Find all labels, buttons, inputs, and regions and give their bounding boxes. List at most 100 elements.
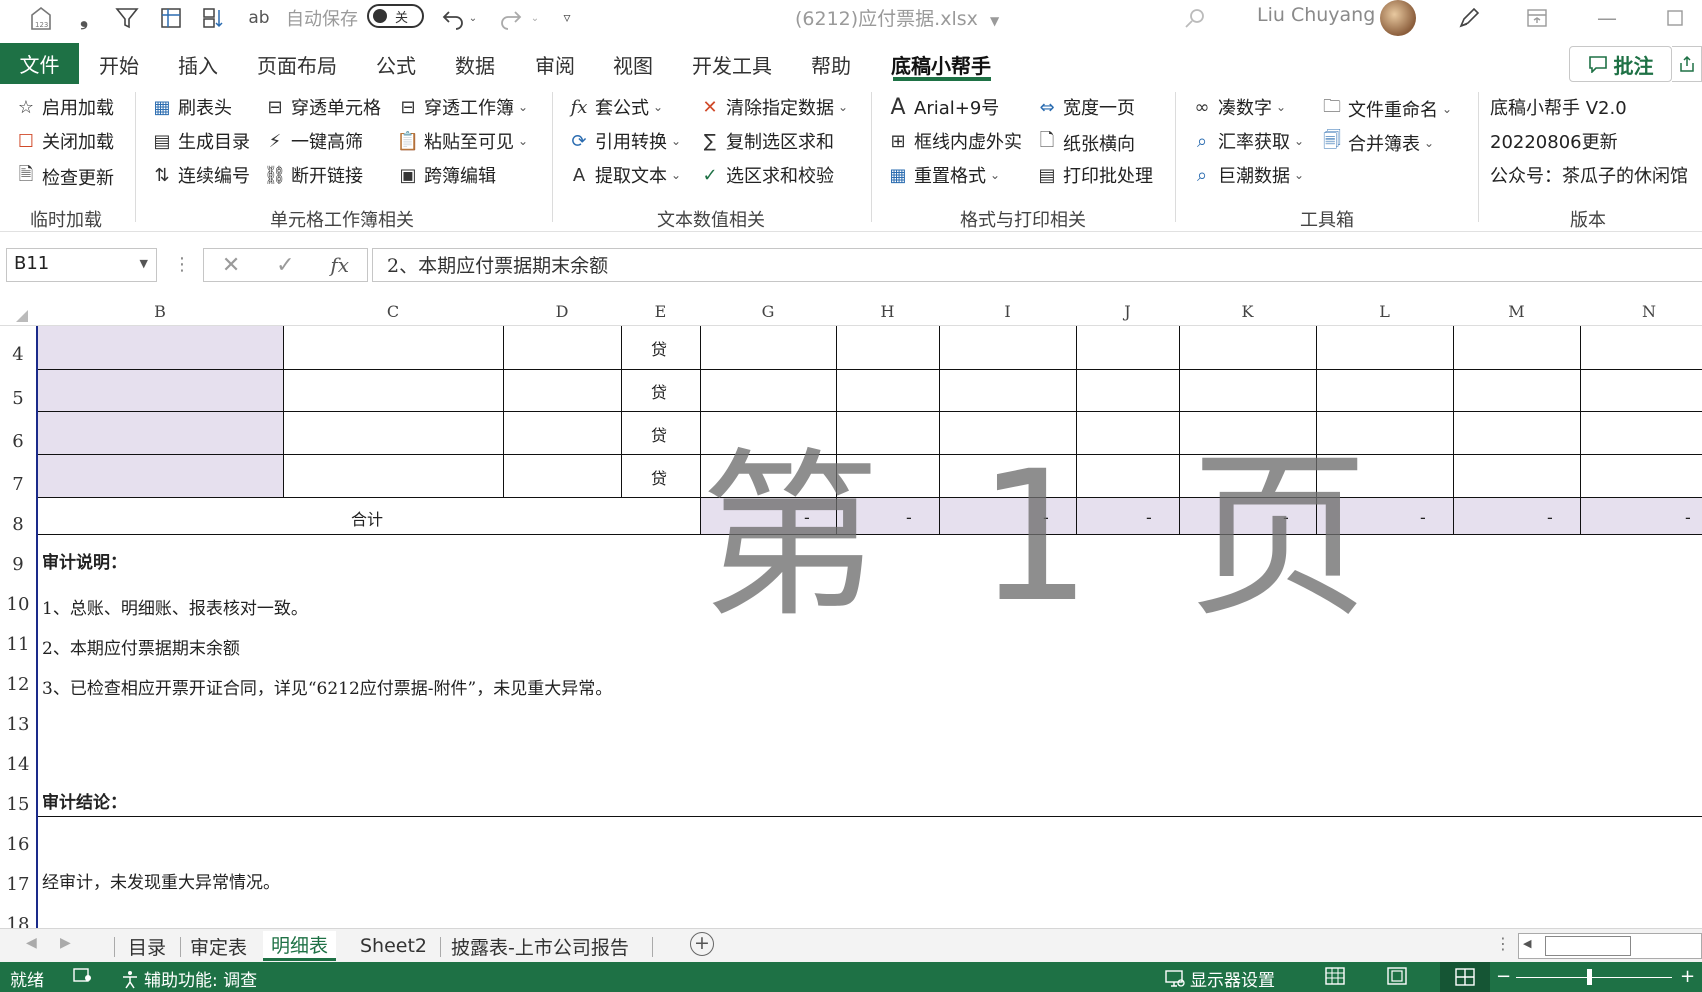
row-header-5[interactable]: 5 xyxy=(0,388,36,409)
tab-home[interactable]: 开始 xyxy=(99,50,139,79)
check-update-button[interactable]: 🗎 检查更新 xyxy=(14,162,114,192)
fit-width-button[interactable]: ⇔ 宽度一页 xyxy=(1035,94,1135,120)
row-header-13[interactable]: 13 xyxy=(0,714,36,735)
ribbon-display-icon[interactable] xyxy=(1522,4,1552,32)
column-header-k[interactable]: K xyxy=(1179,302,1316,324)
audit-note-title[interactable]: 审计说明： xyxy=(42,548,127,573)
sheet-tab-detail[interactable]: 明细表 xyxy=(263,931,337,961)
tab-insert[interactable]: 插入 xyxy=(178,50,218,79)
row-header-10[interactable]: 10 xyxy=(0,594,36,615)
refresh-header-button[interactable]: ▦ 刷表头 xyxy=(150,94,232,120)
document-title[interactable]: (6212)应付票据.xlsx ▼ xyxy=(795,4,999,31)
tab-page-layout[interactable]: 页面布局 xyxy=(257,50,337,79)
row-header-16[interactable]: 16 xyxy=(0,834,36,855)
formula-input[interactable]: 2、本期应付票据期末余额 xyxy=(372,248,1702,282)
audit-conclusion-title[interactable]: 审计结论： xyxy=(42,788,127,813)
user-name[interactable]: Liu Chuyang xyxy=(1257,4,1375,26)
scroll-right-icon[interactable]: ▶ xyxy=(60,935,71,951)
trace-cell-button[interactable]: ⊟ 穿透单元格 xyxy=(263,94,381,120)
page-break-view-active[interactable] xyxy=(1440,962,1490,992)
row-header-11[interactable]: 11 xyxy=(0,634,36,655)
insert-function-icon[interactable]: fx xyxy=(330,253,349,277)
maximize-icon[interactable] xyxy=(1660,4,1690,32)
share-button[interactable] xyxy=(1672,46,1702,82)
total-g[interactable]: - xyxy=(804,508,810,527)
pen-icon[interactable] xyxy=(1454,4,1484,32)
undo-icon[interactable] xyxy=(438,4,468,32)
macro-record-icon[interactable] xyxy=(72,966,94,984)
column-header-m[interactable]: M xyxy=(1453,302,1580,324)
audit-note-3[interactable]: 3、已检查相应开票开证合同，详见“6212应付票据-附件”，未见重大异常。 xyxy=(42,674,612,699)
row-header-17[interactable]: 17 xyxy=(0,874,36,895)
add-sheet-icon[interactable]: + xyxy=(690,932,714,956)
app-custom-icon[interactable]: 123 xyxy=(26,4,56,32)
more-options-icon[interactable]: ⋮ xyxy=(173,254,191,275)
row-header-15[interactable]: 15 xyxy=(0,794,36,815)
paste-visible-button[interactable]: 📋 粘贴至可见 ⌄ xyxy=(396,128,528,154)
sheet-tab-disclosure[interactable]: 披露表-上市公司报告 xyxy=(443,931,637,961)
clear-data-button[interactable]: ✕ 清除指定数据 ⌄ xyxy=(698,94,848,120)
horizontal-scrollbar[interactable]: ◀ xyxy=(1518,933,1702,959)
cancel-icon[interactable]: ✕ xyxy=(222,253,240,278)
shaded-cells-b[interactable] xyxy=(37,326,283,498)
cell-e4[interactable]: 贷 xyxy=(651,336,667,360)
border-style-button[interactable]: ⊞ 框线内虚外实 xyxy=(886,128,1022,154)
audit-note-2[interactable]: 2、本期应付票据期末余额 xyxy=(42,634,240,659)
sheet-tab-sheet2[interactable]: Sheet2 xyxy=(352,931,435,961)
rename-files-button[interactable]: 🗀 文件重命名 ⌄ xyxy=(1320,94,1452,124)
tab-formulas[interactable]: 公式 xyxy=(376,50,416,79)
total-i[interactable]: - xyxy=(1043,508,1049,527)
quick-filter-button[interactable]: ⚡ 一键高筛 xyxy=(263,128,363,154)
total-label[interactable]: 合计 xyxy=(351,506,383,530)
normal-view-icon[interactable] xyxy=(1324,966,1346,986)
column-header-n[interactable]: N xyxy=(1580,302,1702,324)
total-h[interactable]: - xyxy=(906,508,912,527)
sheet-tab-toc[interactable]: 目录 xyxy=(120,931,174,961)
make-number-button[interactable]: ∞ 凑数字 ⌄ xyxy=(1190,94,1287,120)
enable-addin-button[interactable]: ☆ 启用加载 xyxy=(14,94,114,120)
scroll-left-arrow-icon[interactable]: ◀ xyxy=(1523,937,1531,950)
comments-button[interactable]: 批注 xyxy=(1569,46,1672,82)
row-header-7[interactable]: 7 xyxy=(0,474,36,495)
tab-developer[interactable]: 开发工具 xyxy=(692,50,772,79)
total-k[interactable]: - xyxy=(1283,508,1289,527)
column-header-c[interactable]: C xyxy=(283,302,503,324)
arial-9-button[interactable]: A Arial+9号 xyxy=(886,94,999,120)
filter-icon[interactable] xyxy=(112,4,142,32)
trace-workbook-button[interactable]: ⊟ 穿透工作簿 ⌄ xyxy=(396,94,528,120)
minimize-icon[interactable]: — xyxy=(1592,4,1622,32)
avatar[interactable] xyxy=(1380,0,1416,36)
sum-check-button[interactable]: ✓ 选区求和校验 xyxy=(698,162,834,188)
generate-toc-button[interactable]: ▤ 生成目录 xyxy=(150,128,250,154)
total-m[interactable]: - xyxy=(1547,508,1553,527)
redo-dropdown-icon[interactable]: ⌄ xyxy=(528,4,542,32)
undo-dropdown-icon[interactable]: ⌄ xyxy=(466,4,480,32)
cell-e5[interactable]: 贷 xyxy=(651,379,667,403)
column-header-l[interactable]: L xyxy=(1316,302,1453,324)
display-settings-button[interactable]: 显示器设置 xyxy=(1164,966,1275,991)
column-header-b[interactable]: B xyxy=(37,302,283,324)
comma-style-icon[interactable]: ❟ xyxy=(72,4,96,32)
batch-print-button[interactable]: ▤ 打印批处理 xyxy=(1035,162,1153,188)
worksheet-grid[interactable]: B C D E G H I J K L M N 4 5 6 7 8 9 10 1… xyxy=(0,296,1702,928)
column-header-j[interactable]: J xyxy=(1076,302,1179,324)
tab-file[interactable]: 文件 xyxy=(0,43,79,84)
merge-workbooks-button[interactable]: 🗐 合并簿表 ⌄ xyxy=(1320,128,1434,158)
disable-addin-button[interactable]: ☐ 关闭加载 xyxy=(14,128,114,154)
total-j[interactable]: - xyxy=(1146,508,1152,527)
apply-formula-button[interactable]: fx 套公式 ⌄ xyxy=(567,94,663,120)
row-header-18[interactable]: 18 xyxy=(0,914,36,928)
customize-toolbar-icon[interactable]: ▿ xyxy=(558,4,576,32)
page-layout-view-icon[interactable] xyxy=(1386,966,1408,986)
column-header-i[interactable]: I xyxy=(939,302,1076,324)
row-header-9[interactable]: 9 xyxy=(0,554,36,575)
cross-workbook-edit-button[interactable]: ▣ 跨簿编辑 xyxy=(396,162,496,188)
landscape-button[interactable]: 🗋 纸张横向 xyxy=(1035,128,1135,158)
tab-data[interactable]: 数据 xyxy=(455,50,495,79)
copy-sum-button[interactable]: ∑ 复制选区求和 xyxy=(698,128,834,154)
tab-review[interactable]: 审阅 xyxy=(535,50,575,79)
accessibility-status[interactable]: 辅助功能: 调查 xyxy=(120,966,257,991)
extract-text-button[interactable]: A 提取文本 ⌄ xyxy=(567,162,681,188)
row-header-8[interactable]: 8 xyxy=(0,514,36,535)
freeze-panes-icon[interactable] xyxy=(156,4,186,32)
